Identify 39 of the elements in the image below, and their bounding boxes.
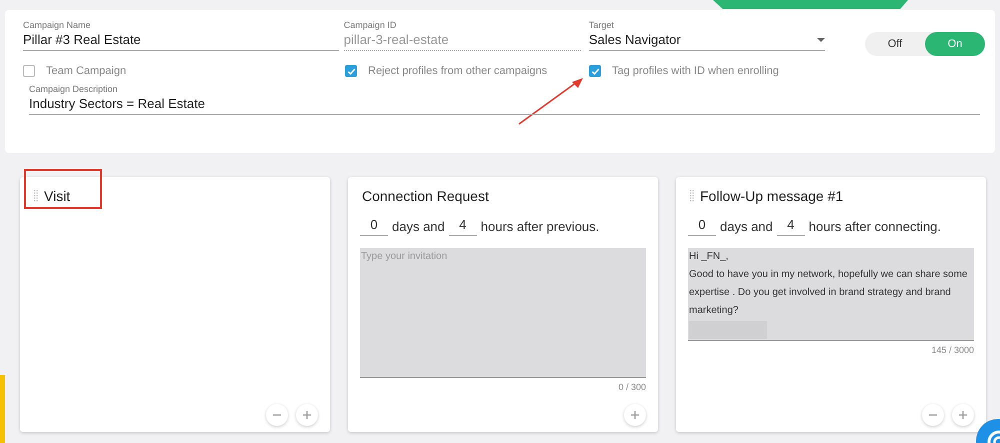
checkbox-label: Reject profiles from other campaigns bbox=[368, 65, 548, 77]
plus-icon bbox=[302, 410, 312, 420]
add-step-button[interactable] bbox=[624, 404, 646, 426]
side-accent bbox=[0, 375, 5, 443]
character-counter: 0 / 300 bbox=[618, 382, 646, 392]
days-field[interactable]: 0 bbox=[360, 217, 388, 236]
checkbox-label: Team Campaign bbox=[46, 65, 126, 77]
field-label: Target bbox=[588, 20, 614, 30]
field-label: Campaign Name bbox=[23, 20, 91, 30]
message-field[interactable]: Type your invitation bbox=[360, 248, 646, 378]
character-counter: 145 / 3000 bbox=[931, 345, 974, 355]
message-field[interactable]: Hi _FN_, Good to have you in my network, hopefully we can share some expertise . Do you get involved in brand strategy and brand marketing? bbox=[688, 248, 974, 341]
checkbox[interactable] bbox=[23, 65, 35, 77]
dropdown-caret-icon bbox=[817, 38, 825, 42]
checkbox[interactable] bbox=[589, 65, 601, 77]
hours-field[interactable]: 4 bbox=[448, 217, 477, 236]
field-label: Campaign ID bbox=[344, 20, 396, 30]
drag-handle-icon[interactable] bbox=[690, 190, 694, 202]
add-step-button[interactable] bbox=[296, 404, 318, 426]
delay-label: hours after connecting. bbox=[808, 219, 942, 234]
days-field[interactable]: 0 bbox=[688, 217, 716, 236]
status-option[interactable]: Off bbox=[865, 32, 925, 56]
target-select[interactable]: Sales Navigator bbox=[588, 32, 825, 51]
campaign-name-field[interactable]: Pillar #3 Real Estate bbox=[23, 32, 339, 51]
campaign-description-field[interactable]: Industry Sectors = Real Estate bbox=[29, 96, 980, 115]
drag-handle-icon[interactable] bbox=[34, 190, 38, 202]
step-title: Visit bbox=[44, 188, 70, 204]
step-title: Follow-Up message #1 bbox=[700, 188, 844, 204]
checkbox-label: Tag profiles with ID when enrolling bbox=[612, 65, 779, 77]
delay-label: days and bbox=[392, 219, 445, 234]
field-label: Campaign Description bbox=[29, 84, 118, 94]
plus-icon bbox=[630, 410, 640, 420]
delay-label: days and bbox=[720, 219, 773, 234]
delay-label: hours after previous. bbox=[480, 219, 600, 234]
checkbox[interactable] bbox=[345, 65, 357, 77]
step-title: Connection Request bbox=[362, 188, 489, 204]
add-step-button[interactable] bbox=[952, 404, 974, 426]
plus-icon bbox=[958, 410, 968, 420]
hours-field[interactable]: 4 bbox=[776, 217, 805, 236]
